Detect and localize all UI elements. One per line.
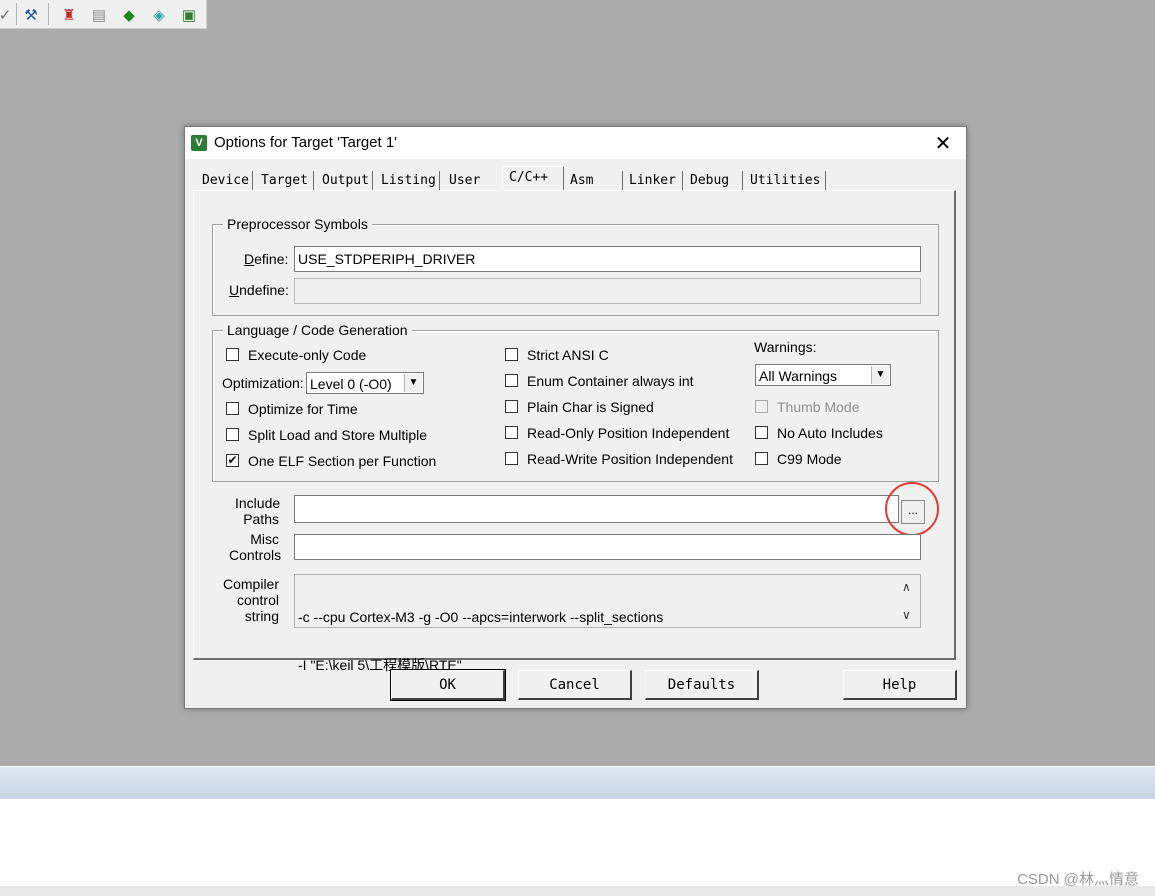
main-toolbar: ✓ ⚒ ♜ ▤ ◆ ◈ ▣	[0, 0, 207, 29]
status-bar	[0, 886, 1155, 896]
c99-mode-checkbox[interactable]	[755, 452, 768, 465]
pack-installer-icon[interactable]: ▣	[178, 4, 200, 26]
red-highlight-circle	[885, 482, 939, 536]
options-for-target-icon[interactable]: ♜	[58, 4, 80, 26]
rw-pi-label: Read-Write Position Independent	[527, 451, 733, 467]
warnings-select[interactable]: All Warnings ▼	[755, 364, 891, 386]
no-auto-includes-checkbox[interactable]	[755, 426, 768, 439]
close-icon[interactable]: ✕	[927, 130, 959, 156]
optimize-time-label: Optimize for Time	[248, 401, 358, 417]
undefine-label: Undefine:	[229, 282, 289, 298]
tab-output[interactable]: Output	[317, 171, 373, 190]
rw-pi-checkbox[interactable]	[505, 452, 518, 465]
include-paths-input[interactable]	[294, 495, 899, 523]
undefine-input[interactable]	[294, 278, 921, 304]
one-elf-label: One ELF Section per Function	[248, 453, 437, 469]
plain-char-checkbox[interactable]	[505, 400, 518, 413]
toolbar-separator	[16, 3, 17, 25]
output-window-header	[0, 766, 1155, 801]
compiler-control-line-1: -c --cpu Cortex-M3 -g -O0 --apcs=interwo…	[298, 609, 664, 625]
toolbar-separator	[48, 3, 49, 25]
compiler-control-label-2: control	[236, 592, 279, 608]
options-dialog: V Options for Target 'Target 1' ✕ Device…	[184, 126, 967, 709]
thumb-mode-checkbox[interactable]	[755, 400, 768, 413]
tab-utilities[interactable]: Utilities	[745, 171, 826, 190]
split-load-label: Split Load and Store Multiple	[248, 427, 427, 443]
chevron-down-icon[interactable]: ▼	[404, 374, 422, 392]
watermark: CSDN @林灬情意	[1017, 871, 1139, 888]
language-code-generation-legend: Language / Code Generation	[223, 322, 412, 338]
checkmark-icon[interactable]: ✓	[0, 4, 16, 26]
plain-char-label: Plain Char is Signed	[527, 399, 654, 415]
chevron-down-icon[interactable]: ▼	[871, 366, 889, 384]
cancel-button[interactable]: Cancel	[518, 670, 632, 700]
tab-debug[interactable]: Debug	[685, 171, 743, 190]
tab-device[interactable]: Device	[197, 171, 253, 190]
warnings-value: All Warnings	[759, 368, 838, 384]
compiler-control-label-3: string	[244, 608, 279, 624]
scroll-up-icon[interactable]: ∧	[902, 580, 911, 594]
include-paths-label-2: Paths	[243, 511, 279, 527]
misc-controls-input[interactable]	[294, 534, 921, 560]
thumb-mode-label: Thumb Mode	[777, 399, 860, 415]
manage-runtime-icon[interactable]: ◈	[148, 4, 170, 26]
ro-pi-label: Read-Only Position Independent	[527, 425, 730, 441]
strict-ansi-checkbox[interactable]	[505, 348, 518, 361]
include-paths-label-1: Include	[235, 495, 281, 511]
tab-linker[interactable]: Linker	[624, 171, 683, 190]
dialog-titlebar[interactable]: V Options for Target 'Target 1' ✕	[185, 127, 966, 159]
define-input[interactable]: USE_STDPERIPH_DRIVER	[294, 246, 921, 272]
tab-user[interactable]: User	[444, 171, 496, 190]
compiler-control-label-1: Compiler	[222, 576, 279, 592]
dialog-title: Options for Target 'Target 1'	[214, 134, 398, 151]
one-elf-checkbox[interactable]: ✔	[226, 454, 239, 467]
strict-ansi-label: Strict ANSI C	[527, 347, 609, 363]
optimize-time-checkbox[interactable]	[226, 402, 239, 415]
misc-controls-label-1: Misc	[250, 531, 279, 547]
tab-c-cpp[interactable]: C/C++	[502, 166, 564, 191]
preprocessor-symbols-legend: Preprocessor Symbols	[223, 216, 372, 232]
execute-only-label: Execute-only Code	[248, 347, 367, 363]
tab-listing[interactable]: Listing	[376, 171, 440, 190]
manage-project-items-icon[interactable]: ▤	[88, 4, 110, 26]
optimization-select[interactable]: Level 0 (-O0) ▼	[306, 372, 424, 394]
compiler-control-string: -c --cpu Cortex-M3 -g -O0 --apcs=interwo…	[294, 574, 921, 673]
execute-only-checkbox[interactable]	[226, 348, 239, 361]
warnings-label: Warnings:	[754, 339, 817, 355]
optimization-value: Level 0 (-O0)	[310, 376, 392, 392]
misc-controls-label-2: Controls	[229, 547, 282, 563]
output-window	[0, 799, 1155, 886]
split-load-checkbox[interactable]	[226, 428, 239, 441]
no-auto-includes-label: No Auto Includes	[777, 425, 883, 441]
select-packs-icon[interactable]: ◆	[118, 4, 140, 26]
enum-container-label: Enum Container always int	[527, 373, 694, 389]
enum-container-checkbox[interactable]	[505, 374, 518, 387]
ok-button[interactable]: OK	[390, 669, 506, 701]
define-label: Define:	[244, 251, 289, 267]
c99-mode-label: C99 Mode	[777, 451, 842, 467]
tab-target[interactable]: Target	[256, 171, 314, 190]
tab-asm[interactable]: Asm	[565, 171, 623, 190]
scroll-down-icon[interactable]: ∨	[902, 608, 911, 622]
defaults-button[interactable]: Defaults	[645, 670, 759, 700]
help-button[interactable]: Help	[843, 670, 957, 700]
keil-app-icon: V	[191, 135, 207, 151]
ro-pi-checkbox[interactable]	[505, 426, 518, 439]
magic-wand-icon[interactable]: ⚒	[20, 4, 42, 26]
optimization-label: Optimization:	[222, 375, 304, 391]
